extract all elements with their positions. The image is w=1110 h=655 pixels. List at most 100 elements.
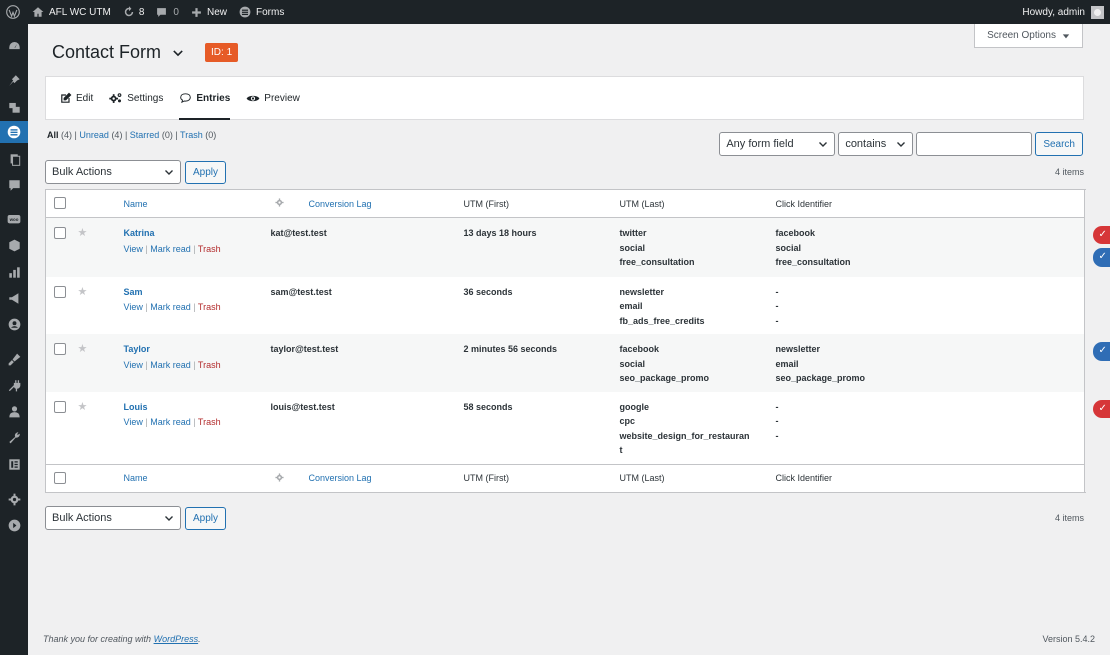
select-all-checkbox[interactable] bbox=[54, 197, 66, 209]
home-icon bbox=[32, 7, 44, 17]
column-name[interactable]: Name bbox=[115, 189, 271, 218]
utm_first-value: website_design_for_restauran bbox=[619, 430, 750, 441]
trash-link[interactable]: Trash bbox=[198, 417, 221, 427]
view-link[interactable]: View bbox=[124, 417, 143, 427]
wordpress-logo-icon[interactable] bbox=[0, 0, 26, 24]
mark-read-link[interactable]: Mark read bbox=[150, 244, 191, 254]
tab-edit[interactable]: Edit bbox=[60, 76, 93, 120]
filter-trash[interactable]: Trash (0) bbox=[180, 130, 216, 140]
star-icon[interactable]: ★ bbox=[78, 286, 88, 298]
form-id-badge: ID: 1 bbox=[205, 43, 239, 62]
my-account-link[interactable]: Howdy, admin bbox=[1016, 0, 1110, 24]
gear-icon[interactable] bbox=[274, 198, 284, 207]
tab-entries[interactable]: Entries bbox=[179, 76, 230, 120]
forms-icon bbox=[239, 6, 251, 18]
admin-bar: AFL WC UTM 8 0 New Forms Howdy, admin bbox=[0, 0, 1110, 24]
entry-name-link[interactable]: Sam bbox=[124, 287, 143, 297]
mark-read-link[interactable]: Mark read bbox=[150, 302, 191, 312]
bulk-actions-select-bottom[interactable]: Bulk Actions bbox=[45, 506, 181, 530]
bulk-actions-select-top[interactable]: Bulk Actions bbox=[45, 160, 181, 184]
site-name-link[interactable]: AFL WC UTM bbox=[26, 0, 117, 24]
updates-link[interactable]: 8 bbox=[117, 0, 151, 24]
menu-plugins-icon[interactable] bbox=[0, 374, 28, 396]
utm_first-value: fb_ads_free_credits bbox=[619, 315, 705, 326]
trash-link[interactable]: Trash bbox=[198, 244, 221, 254]
menu-tools-icon[interactable] bbox=[0, 426, 28, 448]
column-utm-first-footer: UTM (First) bbox=[455, 463, 612, 492]
utm_last-value: social bbox=[775, 242, 802, 253]
menu-profile-circle-icon[interactable] bbox=[0, 313, 28, 335]
menu-analytics-icon[interactable] bbox=[0, 261, 28, 283]
trash-link[interactable]: Trash bbox=[198, 302, 221, 312]
entry-name-link[interactable]: Katrina bbox=[124, 228, 155, 238]
items-count-top: 4 items bbox=[1054, 167, 1084, 177]
chevron-down-icon bbox=[897, 142, 906, 147]
filter-all[interactable]: All (4) bbox=[47, 130, 72, 140]
menu-elementor-icon[interactable] bbox=[0, 453, 28, 475]
filter-unread[interactable]: Unread (4) bbox=[79, 130, 122, 140]
utm_first-value: google bbox=[619, 401, 650, 412]
operator-select[interactable]: contains bbox=[838, 132, 914, 156]
row-checkbox[interactable] bbox=[54, 227, 66, 239]
search-button[interactable]: Search bbox=[1035, 132, 1083, 156]
column-conversion-lag-footer[interactable]: Conversion Lag bbox=[300, 463, 456, 492]
tab-preview[interactable]: Preview bbox=[246, 76, 300, 120]
entries-body: ★ Katrina View | Mark read | Trash kat@t… bbox=[45, 217, 1110, 465]
column-name-footer[interactable]: Name bbox=[115, 463, 271, 492]
view-link[interactable]: View bbox=[124, 360, 143, 370]
screen-options-button[interactable]: Screen Options bbox=[974, 24, 1083, 48]
row-checkbox[interactable] bbox=[54, 285, 66, 298]
chevron-down-icon[interactable] bbox=[171, 46, 185, 60]
apply-button-top[interactable]: Apply bbox=[185, 160, 227, 184]
row-actions: View | Mark read | Trash bbox=[123, 417, 221, 427]
forms-link[interactable]: Forms bbox=[233, 0, 290, 24]
menu-posts-icon[interactable] bbox=[0, 69, 28, 91]
star-icon[interactable]: ★ bbox=[78, 227, 88, 239]
gears-icon bbox=[109, 93, 122, 103]
view-link[interactable]: View bbox=[124, 302, 143, 312]
menu-settings-icon[interactable] bbox=[0, 488, 28, 510]
view-link[interactable]: View bbox=[124, 244, 143, 254]
menu-appearance-icon[interactable] bbox=[0, 348, 28, 370]
tablenav-bottom: Bulk Actions Apply 4 items bbox=[45, 506, 1084, 530]
column-conversion-lag[interactable]: Conversion Lag bbox=[300, 189, 456, 218]
menu-marketing-icon[interactable] bbox=[0, 287, 28, 309]
field-select[interactable]: Any form field bbox=[719, 132, 836, 156]
wordpress-link[interactable]: WordPress bbox=[154, 634, 199, 644]
menu-media-icon[interactable] bbox=[0, 96, 28, 118]
menu-collapse-icon[interactable] bbox=[0, 514, 28, 536]
menu-comments-icon[interactable] bbox=[0, 174, 28, 196]
menu-products-icon[interactable] bbox=[0, 234, 28, 256]
menu-users-icon[interactable] bbox=[0, 400, 28, 422]
menu-dashboard-icon[interactable] bbox=[0, 35, 28, 57]
apply-button-bottom[interactable]: Apply bbox=[185, 506, 227, 530]
menu-forms-icon[interactable] bbox=[0, 121, 28, 143]
click-id-badge: ✓Google bbox=[1092, 399, 1110, 418]
tab-settings[interactable]: Settings bbox=[109, 76, 163, 120]
star-icon[interactable]: ★ bbox=[78, 343, 88, 355]
page-title-area: Contact Form ID: 1 bbox=[52, 42, 239, 63]
entry-utm-last: - - - bbox=[768, 392, 1085, 465]
trash-link[interactable]: Trash bbox=[198, 360, 221, 370]
search-input[interactable] bbox=[916, 132, 1033, 156]
utm_last-value: - bbox=[775, 430, 779, 441]
comment-icon bbox=[157, 7, 167, 17]
new-content-link[interactable]: New bbox=[185, 0, 233, 24]
mark-read-link[interactable]: Mark read bbox=[150, 360, 191, 370]
table-row: ★ Taylor View | Mark read | Trash taylor… bbox=[45, 334, 1110, 392]
plus-icon bbox=[192, 7, 201, 17]
menu-woocommerce-icon[interactable]: woo bbox=[0, 208, 28, 230]
row-actions: View | Mark read | Trash bbox=[123, 243, 221, 254]
select-all-checkbox-footer[interactable] bbox=[54, 471, 66, 484]
mark-read-link[interactable]: Mark read bbox=[150, 417, 191, 427]
row-checkbox[interactable] bbox=[54, 400, 66, 413]
comments-link[interactable]: 0 bbox=[150, 0, 185, 24]
entry-name-link[interactable]: Louis bbox=[124, 402, 148, 412]
filter-starred[interactable]: Starred (0) bbox=[130, 130, 173, 140]
tab-settings-label: Settings bbox=[127, 92, 164, 104]
gear-icon[interactable] bbox=[274, 472, 284, 482]
row-checkbox[interactable] bbox=[54, 343, 66, 355]
entry-name-link[interactable]: Taylor bbox=[124, 344, 150, 354]
star-icon[interactable]: ★ bbox=[78, 401, 88, 413]
menu-pages-icon[interactable] bbox=[0, 148, 28, 170]
